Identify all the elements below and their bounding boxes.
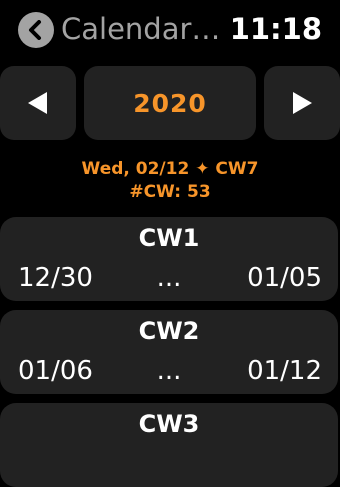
- year-button[interactable]: 2020: [84, 66, 256, 140]
- next-year-button[interactable]: [264, 66, 340, 140]
- current-date-info: Wed, 02/12 ✦ CW7 #CW: 53: [0, 158, 340, 204]
- week-card[interactable]: CW3: [0, 403, 338, 487]
- week-card[interactable]: CW1 12/30 ... 01/05: [0, 217, 338, 301]
- week-label: CW1: [138, 224, 200, 252]
- week-card[interactable]: CW2 01/06 ... 01/12: [0, 310, 338, 394]
- clock: 11:18: [229, 12, 322, 46]
- chevron-left-icon: [29, 20, 41, 40]
- year-navigation: 2020: [0, 66, 340, 140]
- back-button[interactable]: [18, 12, 54, 48]
- app-title[interactable]: Calendar…: [61, 9, 219, 49]
- previous-year-button[interactable]: [0, 66, 76, 140]
- triangle-right-icon: [293, 92, 312, 114]
- week-end-date: 01/12: [247, 356, 322, 386]
- header: Calendar… 11:18: [0, 0, 340, 60]
- triangle-left-icon: [28, 92, 47, 114]
- week-count: #CW: 53: [129, 182, 211, 202]
- week-end-date: 01/05: [247, 263, 322, 293]
- current-date-line: Wed, 02/12 ✦ CW7: [81, 159, 259, 179]
- week-label: CW2: [138, 317, 200, 345]
